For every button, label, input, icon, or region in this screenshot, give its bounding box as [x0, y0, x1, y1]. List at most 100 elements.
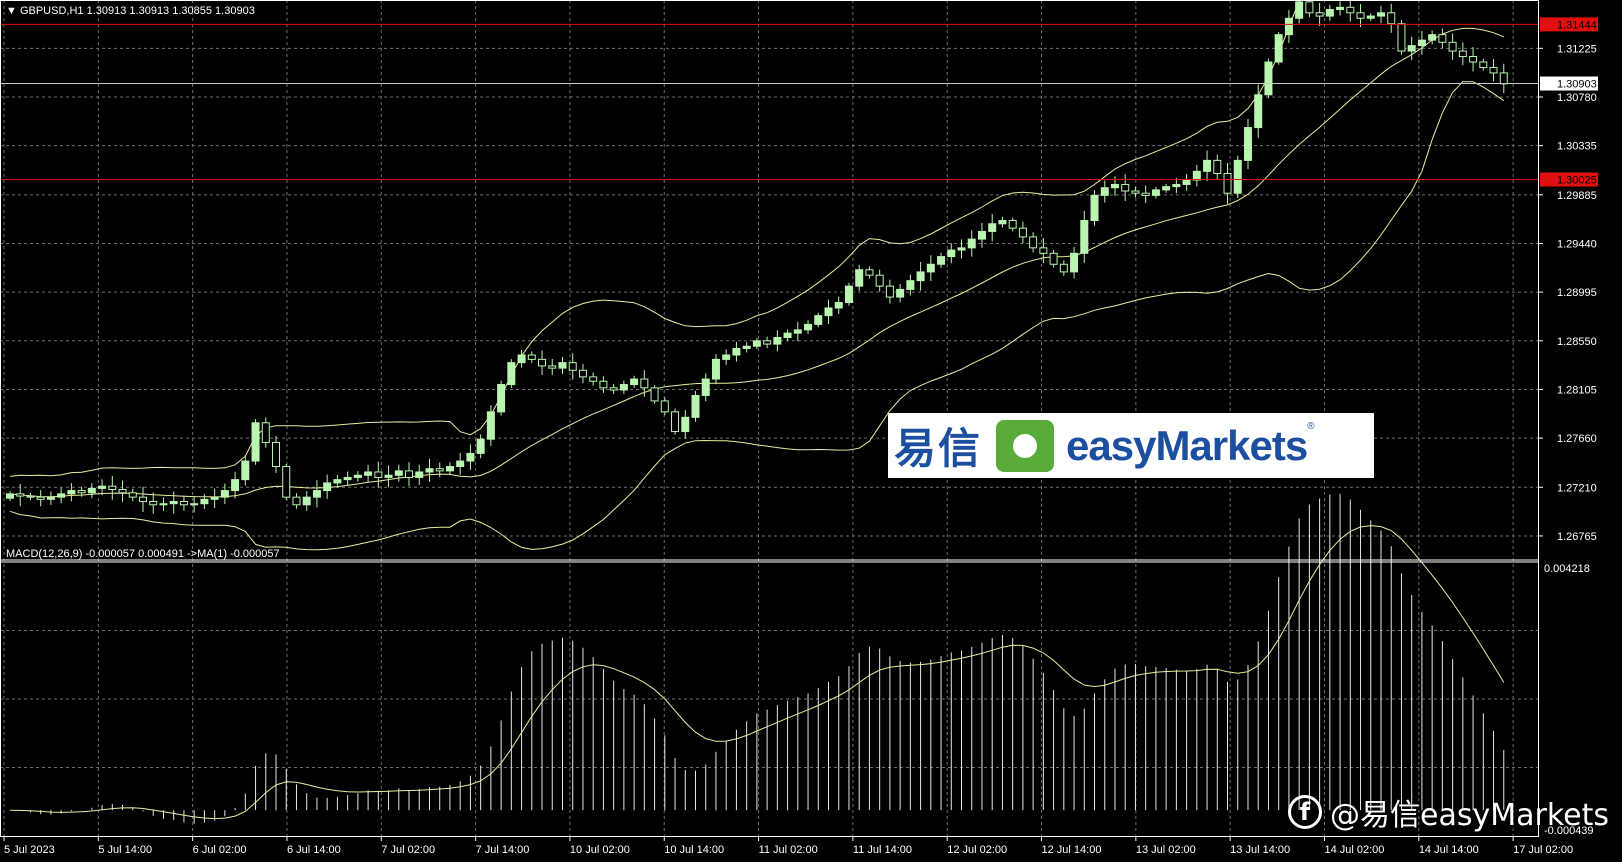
triangle-down-icon[interactable]: ▼ — [6, 5, 17, 17]
candle-body — [394, 470, 403, 476]
candle-body — [415, 471, 424, 478]
candle-body — [722, 354, 731, 360]
candle-body — [783, 332, 792, 339]
candle-body — [251, 422, 260, 462]
candle-body — [128, 492, 137, 498]
candle-body — [691, 394, 700, 418]
bollinger-upper — [9, 0, 1301, 477]
candle-body — [36, 496, 45, 500]
candle-body — [1039, 247, 1048, 254]
candle-body — [98, 485, 107, 489]
candle-body — [804, 323, 813, 331]
candle-body — [1059, 263, 1068, 273]
candle-body — [1100, 187, 1109, 196]
candle-body — [1008, 220, 1017, 229]
price-tick-label: 1.28995 — [1557, 287, 1597, 299]
price-tick-label: 1.29440 — [1557, 238, 1597, 250]
candle-body — [353, 474, 362, 478]
time-tick-label: 5 Jul 2023 — [4, 844, 55, 856]
candle-body — [763, 340, 772, 345]
candle-body — [1397, 23, 1406, 52]
candle-body — [988, 223, 997, 232]
candle-body — [1428, 34, 1437, 41]
candle-body — [1192, 170, 1201, 181]
time-tick-label: 14 Jul 14:00 — [1419, 844, 1479, 856]
candle-body — [456, 460, 465, 468]
time-tick-label: 7 Jul 02:00 — [381, 844, 435, 856]
candle-body — [57, 493, 66, 498]
time-tick-label: 13 Jul 14:00 — [1230, 844, 1290, 856]
candle-body — [855, 269, 864, 287]
candle-body — [1407, 45, 1416, 52]
candle-body — [6, 493, 14, 499]
candle-body — [1366, 15, 1375, 19]
candle-body — [1110, 183, 1119, 189]
candle-body — [977, 230, 986, 240]
time-tick-label: 6 Jul 14:00 — [287, 844, 341, 856]
candle-body — [568, 362, 577, 371]
watermark-text: @易信easyMarkets — [1330, 798, 1609, 833]
time-tick-label: 12 Jul 14:00 — [1042, 844, 1102, 856]
candle-body — [190, 503, 199, 506]
candle-body — [1223, 173, 1232, 194]
candle-body — [1172, 183, 1181, 188]
horizontal-levels: 1.31444 1.30025 1.30903 — [0, 17, 1598, 187]
candle-body — [445, 466, 454, 472]
candle-body — [609, 387, 618, 391]
candle-body — [384, 474, 393, 478]
candle-body — [814, 315, 823, 325]
candle-body — [1438, 34, 1447, 43]
candle-body — [967, 238, 976, 249]
candle-body — [1264, 61, 1273, 96]
candle-body — [1295, 1, 1304, 19]
candle-body — [1305, 1, 1314, 14]
candle-body — [364, 471, 373, 476]
price-tick-label: 1.28105 — [1557, 384, 1597, 396]
candle-body — [671, 411, 680, 433]
price-tick-label: 1.30780 — [1557, 92, 1597, 104]
candle-body — [1417, 39, 1426, 47]
candle-body — [998, 220, 1007, 225]
candle-body — [200, 498, 209, 505]
current-price-label: 1.30903 — [1557, 79, 1597, 91]
price-tick-label: 1.27660 — [1557, 433, 1597, 445]
symbol-label: GBPUSD,H1 — [19, 5, 84, 17]
candle-body — [1336, 6, 1345, 11]
candle-body — [1448, 41, 1457, 52]
candle-body — [937, 256, 946, 265]
candle-body — [1203, 159, 1212, 172]
time-tick-label: 10 Jul 02:00 — [570, 844, 630, 856]
time-tick-label: 12 Jul 02:00 — [947, 844, 1007, 856]
candle-body — [149, 501, 158, 506]
candle-body — [681, 416, 690, 433]
candle-body — [1499, 72, 1508, 85]
candle-body — [517, 354, 526, 364]
candle-body — [261, 422, 270, 443]
candle-body — [1489, 66, 1498, 74]
price-tick-label: 1.28550 — [1557, 336, 1597, 348]
price-tick-label: 1.30335 — [1557, 141, 1597, 153]
chart-canvas[interactable]: 1.31444 1.30025 1.30903 1.31225 1.30780 1.30… — [0, 0, 1622, 862]
candle-body — [333, 479, 342, 484]
candle-body — [272, 441, 281, 468]
candle-body — [578, 369, 587, 378]
candle-body — [926, 263, 935, 273]
candle-body — [742, 345, 751, 349]
candle-body — [46, 496, 55, 500]
candle-body — [1090, 194, 1099, 222]
candle-body — [1049, 252, 1058, 265]
chart-header: ▼ GBPUSD,H1 1.30913 1.30913 1.30855 1.30… — [6, 5, 255, 18]
candle-body — [1121, 183, 1130, 192]
logo-mark-icon — [996, 419, 1055, 472]
candle-body — [548, 365, 557, 369]
time-tick-label: 11 Jul 14:00 — [853, 844, 912, 856]
price-tick-label: 1.29885 — [1557, 190, 1597, 202]
price-tick-label: 1.26765 — [1557, 531, 1597, 543]
candle-body — [538, 358, 547, 367]
candle-body — [1070, 252, 1079, 273]
candle-body — [916, 271, 925, 282]
candle-body — [650, 387, 659, 402]
ohlc-values: 1.30913 1.30913 1.30855 1.30903 — [86, 5, 255, 17]
candle-body — [752, 340, 761, 347]
candle-body — [108, 485, 117, 490]
